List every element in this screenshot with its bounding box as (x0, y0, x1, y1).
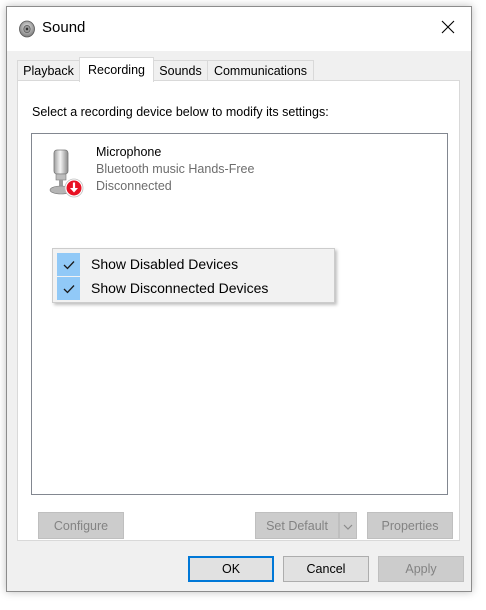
menu-item-show-disabled-devices[interactable]: Show Disabled Devices (55, 253, 332, 276)
menu-item-show-disconnected-devices[interactable]: Show Disconnected Devices (55, 277, 332, 300)
context-menu: Show Disabled Devices Show Disconnected … (52, 248, 335, 303)
device-name: Microphone (96, 145, 162, 159)
set-default-dropdown-button[interactable] (339, 512, 357, 539)
tab-sounds[interactable]: Sounds (153, 60, 208, 80)
speaker-icon (18, 20, 36, 38)
properties-button[interactable]: Properties (367, 512, 453, 539)
menu-item-label: Show Disabled Devices (91, 256, 239, 272)
set-default-button[interactable]: Set Default (255, 512, 339, 539)
apply-button[interactable]: Apply (378, 556, 464, 582)
close-button[interactable] (425, 7, 471, 51)
checkmark-icon (57, 277, 80, 300)
tab-recording[interactable]: Recording (79, 57, 154, 82)
title-bar[interactable]: Sound (7, 7, 471, 51)
recording-tab-panel: Select a recording device below to modif… (17, 80, 460, 541)
cancel-button[interactable]: Cancel (283, 556, 369, 582)
window-title: Sound (42, 19, 86, 36)
menu-item-label: Show Disconnected Devices (91, 280, 269, 296)
tab-communications[interactable]: Communications (207, 60, 314, 80)
close-icon (441, 20, 455, 39)
disconnected-down-arrow-icon (64, 178, 84, 198)
configure-button[interactable]: Configure (38, 512, 124, 539)
device-list[interactable]: Microphone Bluetooth music Hands-Free Di… (31, 133, 448, 495)
device-status: Disconnected (96, 179, 172, 193)
tab-playback[interactable]: Playback (17, 60, 80, 80)
ok-button[interactable]: OK (188, 556, 274, 582)
device-item-microphone[interactable]: Microphone Bluetooth music Hands-Free Di… (42, 142, 342, 202)
instruction-text: Select a recording device below to modif… (32, 105, 329, 119)
device-description: Bluetooth music Hands-Free (96, 162, 255, 176)
chevron-down-icon (343, 517, 353, 535)
checkmark-icon (57, 253, 80, 276)
